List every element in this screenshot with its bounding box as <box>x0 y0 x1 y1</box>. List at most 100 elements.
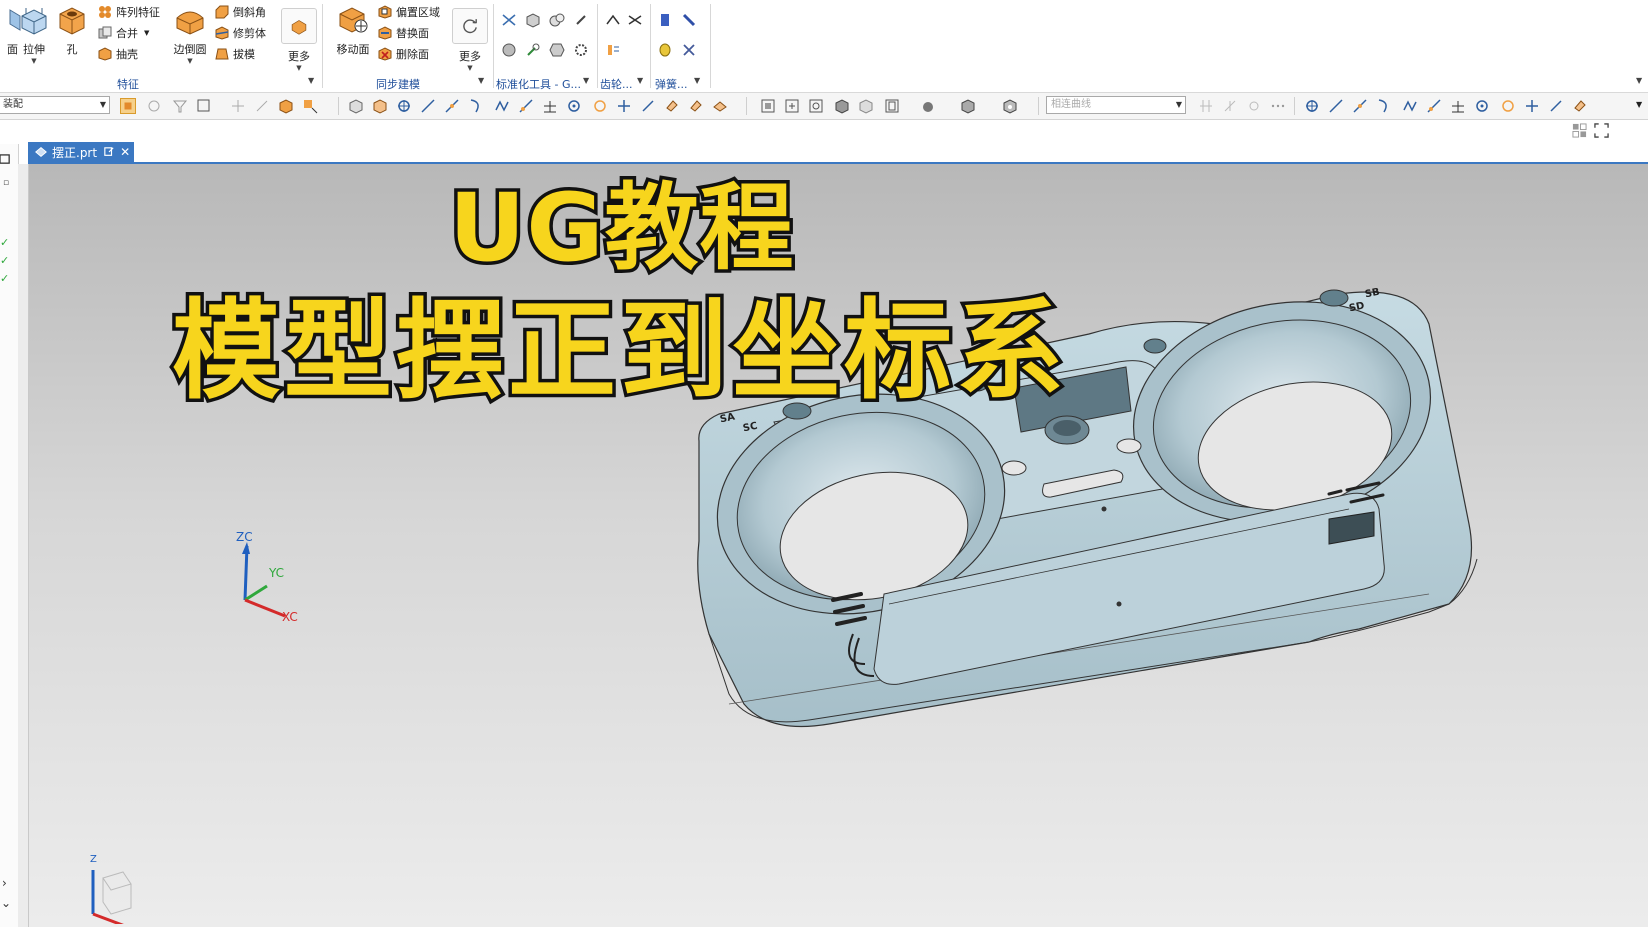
chevron-down-icon[interactable]: ▼ <box>170 57 210 65</box>
graphics-viewport[interactable]: SA SC SB SD UG教程 模型摆正到坐标系 ZC YC XC Z <box>29 164 1648 927</box>
toolbar-options-icon[interactable]: ▼ <box>1636 100 1642 109</box>
circle-center-icon[interactable] <box>566 98 582 114</box>
perpendicular-2-icon[interactable] <box>1450 98 1466 114</box>
edge-blend-button[interactable]: 边倒圆 ▼ <box>170 4 210 65</box>
layer-icon[interactable] <box>1002 98 1018 114</box>
point-on-curve-2-icon[interactable] <box>1524 98 1540 114</box>
group-expand-icon[interactable]: ▼ <box>583 76 589 85</box>
bounded-point-icon[interactable] <box>664 98 680 114</box>
ribbon-options-icon[interactable]: ▼ <box>1636 76 1642 85</box>
circle-center-2-icon[interactable] <box>1474 98 1490 114</box>
filter-icon[interactable] <box>172 98 188 114</box>
zoom-icon[interactable] <box>784 98 800 114</box>
point-on-face-icon[interactable] <box>640 98 656 114</box>
compression-spring-icon[interactable] <box>657 42 673 58</box>
cylinder-set-icon[interactable] <box>549 12 565 28</box>
move-face-button[interactable]: 移动面 <box>330 4 376 57</box>
unite-button[interactable]: 合并 ▼ <box>98 24 149 42</box>
chevron-down-icon[interactable]: ▼ <box>144 29 149 37</box>
nut-icon[interactable] <box>549 42 565 58</box>
gear-model-icon[interactable] <box>605 12 621 28</box>
intersection-icon[interactable] <box>494 98 510 114</box>
end-point-icon[interactable] <box>420 98 436 114</box>
offset-region-button[interactable]: 偏置区域 <box>378 3 440 21</box>
side-tab-icon[interactable]: ▫ <box>3 178 9 188</box>
wrench-icon[interactable] <box>525 42 541 58</box>
fullscreen-icon[interactable] <box>1594 123 1609 138</box>
mid-point-icon[interactable] <box>444 98 460 114</box>
snap-point-icon[interactable] <box>396 98 412 114</box>
chevron-down-icon[interactable]: ▼ <box>279 64 319 72</box>
chamfer-button[interactable]: 倒斜角 <box>215 3 266 21</box>
chevron-down-icon[interactable]: ▼ <box>14 57 54 65</box>
cylinder-spring-icon[interactable] <box>657 12 673 28</box>
draft-button[interactable]: 拔模 <box>215 45 255 63</box>
more-feature-button[interactable]: 更多 ▼ <box>279 4 319 72</box>
follow-fillet-icon[interactable] <box>1246 98 1262 114</box>
solid-icon[interactable] <box>348 98 364 114</box>
trim-body-button[interactable]: 修剪体 <box>215 24 266 42</box>
orient-view-icon[interactable] <box>884 98 900 114</box>
more-options-icon[interactable] <box>1270 98 1286 114</box>
control-point-icon[interactable] <box>468 98 484 114</box>
pin-icon[interactable] <box>573 12 589 28</box>
view-grid-icon[interactable] <box>1572 123 1587 138</box>
hole-button[interactable]: 孔 <box>52 4 92 57</box>
chevron-down-icon[interactable]: ▼ <box>1176 99 1182 111</box>
more-sync-button[interactable]: 更多 ▼ <box>450 4 490 72</box>
wireframe-view-icon[interactable] <box>858 98 874 114</box>
arc-center-icon[interactable] <box>518 98 534 114</box>
group-expand-icon[interactable]: ▼ <box>694 76 700 85</box>
stop-at-intersection-icon[interactable] <box>1222 98 1238 114</box>
point-on-face-2-icon[interactable] <box>1548 98 1564 114</box>
arc-center-2-icon[interactable] <box>1426 98 1442 114</box>
filter-combo[interactable]: 装配 ▼ <box>0 96 110 114</box>
gear-display-icon[interactable] <box>605 42 621 58</box>
spring-pen-icon[interactable] <box>681 12 697 28</box>
pole-icon[interactable] <box>688 98 704 114</box>
standard-part-icon[interactable] <box>501 12 517 28</box>
fit-icon[interactable] <box>760 98 776 114</box>
intersection-2-icon[interactable] <box>1402 98 1418 114</box>
gear-mesh-icon[interactable] <box>627 12 643 28</box>
end-point-2-icon[interactable] <box>1328 98 1344 114</box>
replace-face-button[interactable]: 替换面 <box>378 24 429 42</box>
move-icon[interactable] <box>230 98 246 114</box>
block-icon[interactable] <box>525 12 541 28</box>
mid-point-2-icon[interactable] <box>1352 98 1368 114</box>
perpendicular-icon[interactable] <box>542 98 558 114</box>
document-tab[interactable]: 摆正.prt ✕ <box>28 142 134 162</box>
chevron-down-icon[interactable]: ▼ <box>450 64 490 72</box>
window-icon[interactable] <box>0 154 11 165</box>
expand-panel-icon[interactable]: › <box>2 876 7 890</box>
collapse-panel-icon[interactable]: ⌄ <box>1 896 11 910</box>
close-icon[interactable]: ✕ <box>120 145 130 159</box>
group-expand-icon[interactable]: ▼ <box>308 76 314 85</box>
rotate-icon[interactable] <box>808 98 824 114</box>
point-select-icon[interactable] <box>302 98 318 114</box>
gear-icon[interactable] <box>573 42 589 58</box>
chevron-down-icon[interactable]: ▼ <box>100 99 106 111</box>
bounded-point-2-icon[interactable] <box>1572 98 1588 114</box>
shaded-view-icon[interactable] <box>834 98 850 114</box>
group-expand-icon[interactable]: ▼ <box>637 76 643 85</box>
curve-rule-combo[interactable]: 相连曲线 ▼ <box>1046 96 1186 114</box>
quadrant-icon[interactable] <box>592 98 608 114</box>
select-body-icon[interactable] <box>146 98 162 114</box>
quadrant-2-icon[interactable] <box>1500 98 1516 114</box>
delete-face-button[interactable]: 删除面 <box>378 45 429 63</box>
point-on-curve-icon[interactable] <box>616 98 632 114</box>
float-window-icon[interactable] <box>104 147 114 157</box>
bolt-icon[interactable] <box>501 42 517 58</box>
select-feature-icon[interactable] <box>120 98 136 114</box>
control-point-2-icon[interactable] <box>1376 98 1392 114</box>
sheet-icon[interactable] <box>372 98 388 114</box>
extrude-button[interactable]: 拉伸 ▼ <box>14 4 54 65</box>
select-all-icon[interactable] <box>196 98 212 114</box>
snap-icon[interactable] <box>254 98 270 114</box>
render-style-icon[interactable] <box>920 98 936 114</box>
snap-point-2-icon[interactable] <box>1304 98 1320 114</box>
pattern-feature-button[interactable]: 阵列特征 <box>98 3 160 21</box>
shell-button[interactable]: 抽壳 <box>98 45 138 63</box>
delete-spring-icon[interactable] <box>681 42 697 58</box>
